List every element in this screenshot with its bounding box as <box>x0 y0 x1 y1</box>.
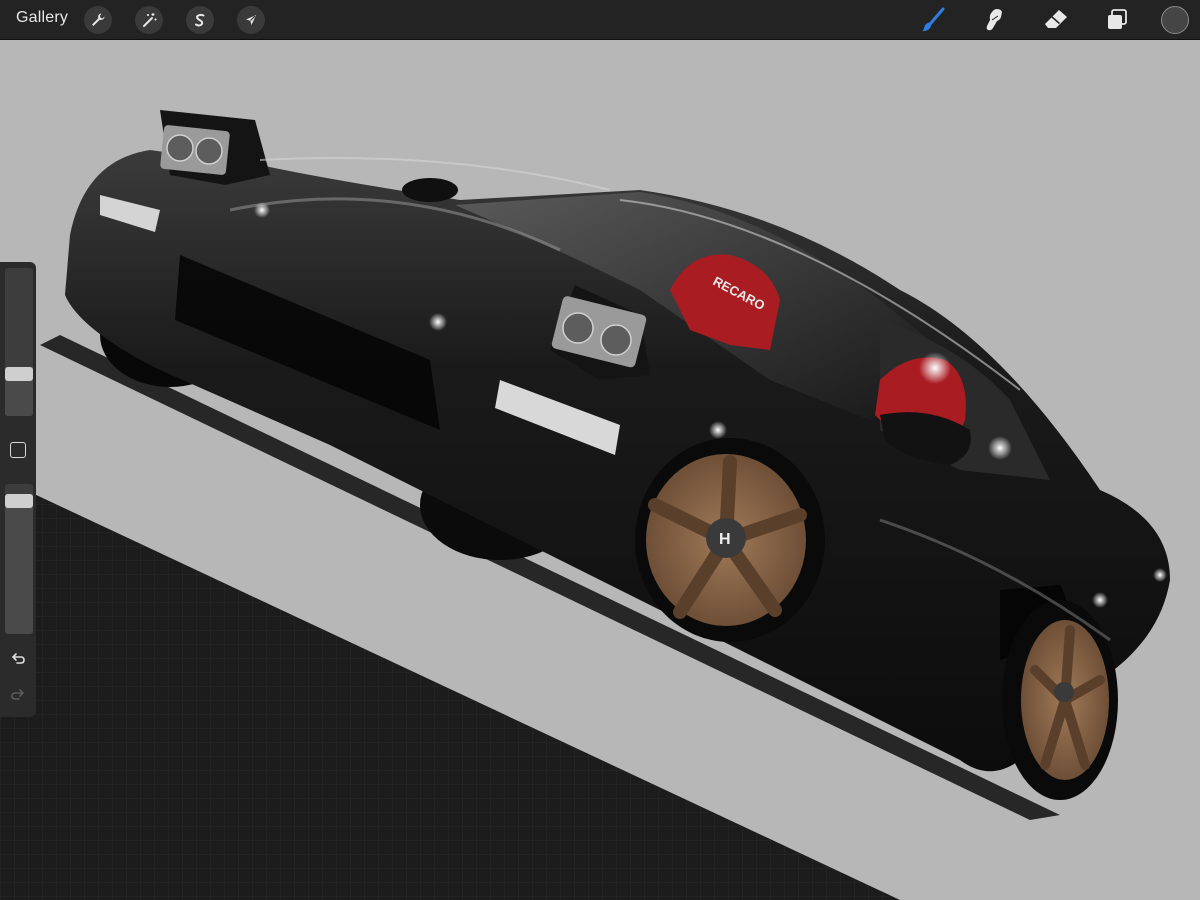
smudge-tool-button[interactable] <box>979 5 1009 35</box>
layers-button[interactable] <box>1102 5 1132 35</box>
brush-tool-button[interactable] <box>918 5 948 35</box>
front-wheel-logo: H <box>719 531 731 548</box>
eraser-tool-button[interactable] <box>1041 5 1071 35</box>
eraser-icon <box>1045 10 1067 28</box>
side-panel <box>0 262 36 717</box>
modify-button[interactable] <box>10 442 26 458</box>
transform-button[interactable] <box>237 6 265 34</box>
top-toolbar: Gallery <box>0 0 1200 40</box>
layers-icon <box>1108 9 1127 29</box>
adjustments-button[interactable] <box>135 6 163 34</box>
undo-icon <box>11 653 25 664</box>
artwork: RECARO H <box>0 40 1200 900</box>
redo-icon <box>11 689 25 700</box>
magic-wand-icon <box>143 13 157 27</box>
opacity-slider[interactable] <box>5 484 33 634</box>
selection-s-icon <box>195 13 205 27</box>
selection-button[interactable] <box>186 6 214 34</box>
brush-size-slider[interactable] <box>5 268 33 416</box>
gallery-button[interactable]: Gallery <box>16 9 68 27</box>
smudge-icon <box>986 9 1002 31</box>
opacity-fill <box>5 493 33 634</box>
brush-size-handle[interactable] <box>5 367 33 382</box>
opacity-handle[interactable] <box>5 493 33 508</box>
cursor-arrow-icon <box>246 15 256 25</box>
redo-button[interactable] <box>9 685 27 708</box>
color-picker-swatch[interactable] <box>1161 6 1189 34</box>
undo-button[interactable] <box>9 649 27 672</box>
actions-button[interactable] <box>84 6 112 34</box>
drawing-canvas[interactable]: RECARO H <box>0 40 1200 900</box>
wrench-icon <box>92 13 105 26</box>
brush-icon <box>922 7 945 32</box>
